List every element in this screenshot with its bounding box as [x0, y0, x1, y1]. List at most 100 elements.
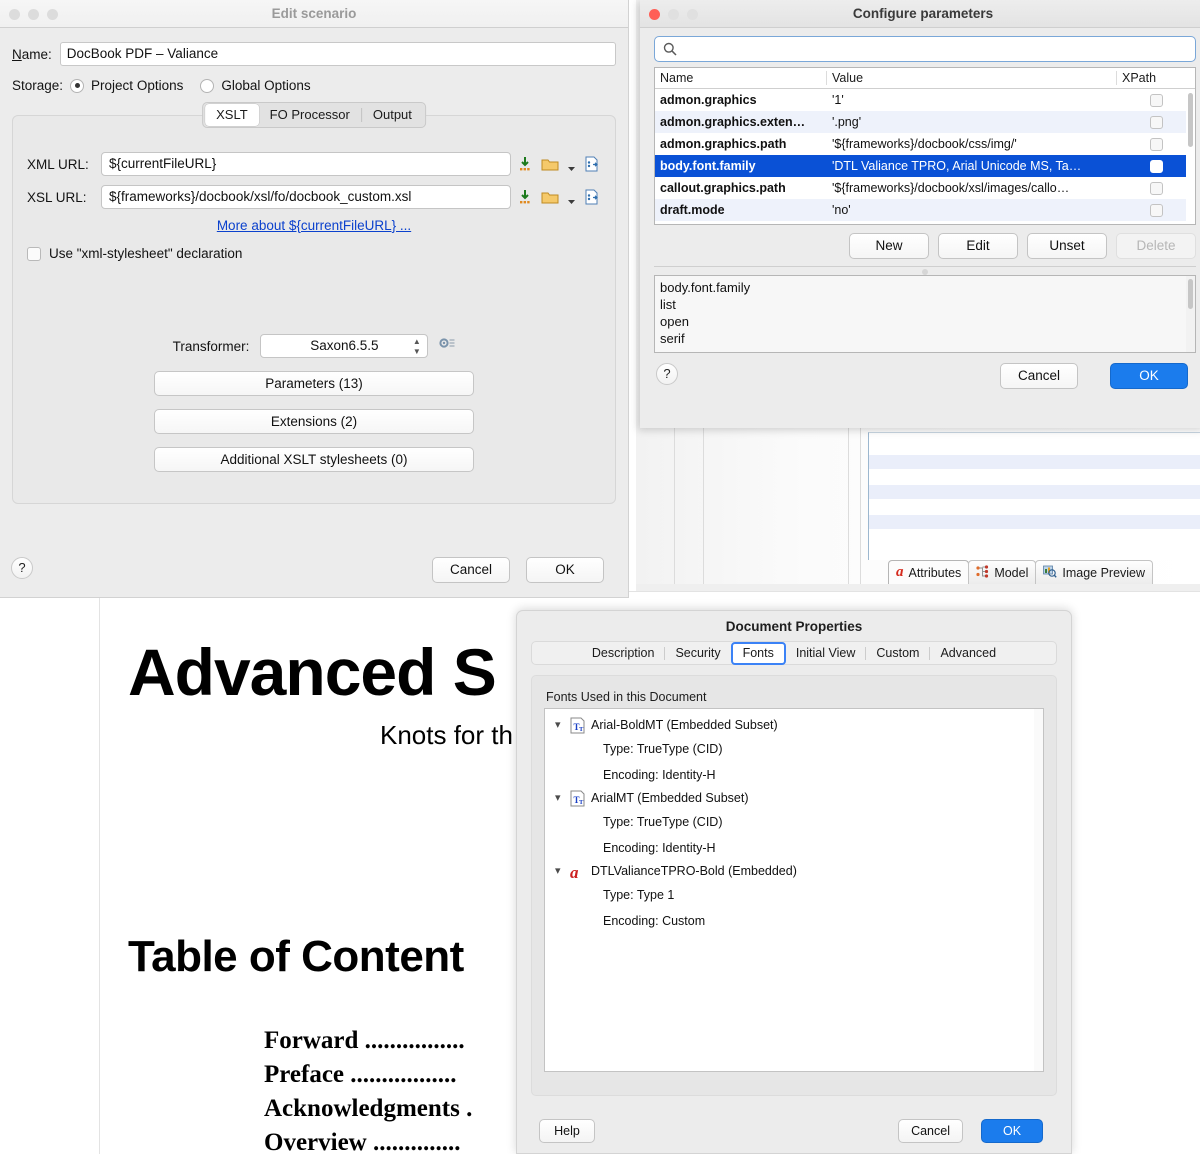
editor-view-tabs: a Attributes Model Image Preview [888, 558, 1200, 584]
scenario-name-input[interactable]: DocBook PDF – Valiance [59, 42, 616, 66]
chevron-updown-icon[interactable]: ▲▼ [411, 338, 422, 356]
zoom-button[interactable] [47, 9, 58, 20]
minimize-button[interactable] [28, 9, 39, 20]
chevron-updown-icon[interactable]: ▲▼ [494, 189, 505, 207]
scrollbar-thumb[interactable] [1188, 279, 1193, 309]
truetype-font-icon: TT [569, 717, 589, 734]
window-controls[interactable] [649, 9, 698, 20]
font-tree-item[interactable]: ▾ TT Arial-BoldMT (Embedded Subset) [545, 715, 1043, 736]
tab-fo-processor[interactable]: FO Processor [259, 104, 361, 126]
cancel-button[interactable]: Cancel [1000, 363, 1078, 389]
cancel-button[interactable]: Cancel [898, 1119, 963, 1143]
help-button[interactable]: Help [539, 1119, 595, 1143]
tab-attributes[interactable]: a Attributes [888, 560, 970, 584]
browse-folder-icon[interactable] [541, 190, 559, 205]
cancel-button[interactable]: Cancel [432, 557, 510, 583]
xsl-url-combo[interactable]: ${frameworks}/docbook/xsl/fo/docbook_cus… [101, 185, 511, 209]
column-header-xpath[interactable]: XPath [1117, 71, 1195, 85]
gear-icon[interactable] [439, 337, 455, 355]
model-icon [976, 564, 989, 581]
help-button[interactable]: ? [11, 557, 33, 579]
radio-global-options[interactable] [200, 78, 215, 93]
tab-fonts[interactable]: Fonts [730, 641, 786, 665]
xml-url-combo[interactable]: ${currentFileURL} ▲▼ [101, 152, 511, 176]
parameter-description-box[interactable]: body.font.family list open serif [654, 275, 1196, 353]
zoom-button[interactable] [687, 9, 698, 20]
help-button[interactable]: ? [656, 363, 678, 385]
ok-button[interactable]: OK [1110, 363, 1188, 389]
table-row-selected[interactable]: body.font.family 'DTL Valiance TPRO, Ari… [655, 155, 1195, 177]
close-button[interactable] [649, 9, 660, 20]
additional-stylesheets-button[interactable]: Additional XSLT stylesheets (0) [154, 447, 474, 472]
edit-scenario-footer: ? Cancel OK [0, 557, 628, 587]
chevron-down-icon[interactable] [567, 160, 576, 171]
chevron-down-icon[interactable] [567, 193, 576, 204]
fonts-tree-scrollbar[interactable] [1034, 709, 1043, 1071]
new-button[interactable]: New [849, 233, 929, 259]
tab-output[interactable]: Output [362, 104, 423, 126]
chevron-updown-icon[interactable]: ▲▼ [494, 156, 505, 174]
edit-button[interactable]: Edit [938, 233, 1018, 259]
table-row[interactable]: admon.graphics.exten… '.png' [655, 111, 1195, 133]
tab-security[interactable]: Security [665, 643, 730, 663]
minimize-button[interactable] [668, 9, 679, 20]
insert-editor-variable-icon[interactable] [519, 156, 533, 172]
tab-description[interactable]: Description [582, 643, 665, 663]
ok-button[interactable]: OK [526, 557, 604, 583]
tab-initial-view[interactable]: Initial View [786, 643, 866, 663]
tab-advanced[interactable]: Advanced [930, 643, 1006, 663]
parameters-table[interactable]: Name Value XPath admon.graphics '1' admo… [654, 67, 1196, 225]
xpath-checkbox[interactable] [1149, 137, 1163, 151]
font-tree-item[interactable]: ▾ a DTLValianceTPRO-Bold (Embedded) [545, 861, 1043, 882]
window-controls[interactable] [9, 9, 58, 20]
font-tree-item[interactable]: ▾ TT ArialMT (Embedded Subset) [545, 788, 1043, 809]
xsl-url-row: XSL URL: ${frameworks}/docbook/xsl/fo/do… [27, 176, 601, 209]
fonts-legend: Fonts Used in this Document [546, 690, 707, 704]
table-row[interactable]: admon.graphics '1' [655, 89, 1195, 111]
radio-project-options[interactable] [70, 78, 85, 93]
xpath-checkbox[interactable] [1149, 115, 1163, 129]
xpath-checkbox[interactable] [1149, 203, 1163, 217]
chevron-down-icon[interactable]: ▾ [555, 863, 569, 879]
scrollbar-thumb[interactable] [1188, 93, 1193, 147]
unset-button[interactable]: Unset [1027, 233, 1107, 259]
configure-parameters-titlebar: Configure parameters [640, 0, 1200, 28]
description-scrollbar[interactable] [1186, 276, 1195, 352]
pdf-document-subtitle: Knots for th [380, 720, 513, 750]
xpath-checkbox[interactable] [1149, 93, 1163, 107]
open-in-editor-icon[interactable] [584, 156, 601, 173]
param-xpath-cell [1117, 181, 1195, 195]
chevron-down-icon[interactable]: ▾ [555, 790, 569, 806]
close-button[interactable] [9, 9, 20, 20]
font-name: ArialMT (Embedded Subset) [591, 791, 749, 805]
chevron-down-icon[interactable]: ▾ [555, 717, 569, 733]
ok-button[interactable]: OK [981, 1119, 1043, 1143]
splitter-handle[interactable] [654, 266, 1196, 275]
parameters-button[interactable]: Parameters (13) [154, 371, 474, 396]
xpath-checkbox[interactable] [1149, 181, 1163, 195]
pdf-toc-heading: Table of Content [128, 932, 464, 981]
tab-model[interactable]: Model [968, 560, 1037, 584]
truetype-font-icon: TT [569, 790, 589, 807]
table-row[interactable]: draft.mode 'no' [655, 199, 1195, 221]
table-vertical-scrollbar[interactable] [1186, 89, 1195, 224]
table-row[interactable]: admon.graphics.path '${frameworks}/docbo… [655, 133, 1195, 155]
fonts-tree[interactable]: ▾ TT Arial-BoldMT (Embedded Subset) Type… [544, 708, 1044, 1072]
browse-folder-icon[interactable] [541, 157, 559, 172]
column-header-name[interactable]: Name [655, 71, 827, 85]
more-about-link[interactable]: More about ${currentFileURL} ... [13, 218, 615, 233]
insert-editor-variable-icon[interactable] [519, 189, 533, 205]
tab-custom[interactable]: Custom [866, 643, 929, 663]
description-line: open [660, 314, 689, 329]
extensions-button[interactable]: Extensions (2) [154, 409, 474, 434]
open-in-editor-icon[interactable] [584, 189, 601, 206]
xpath-checkbox[interactable] [1149, 159, 1163, 173]
tab-image-preview[interactable]: Image Preview [1035, 560, 1154, 584]
column-header-value[interactable]: Value [827, 71, 1117, 85]
document-properties-title: Document Properties [725, 618, 863, 634]
table-row[interactable]: callout.graphics.path '${frameworks}/doc… [655, 177, 1195, 199]
use-stylesheet-checkbox[interactable] [27, 246, 41, 261]
tab-xslt[interactable]: XSLT [205, 104, 259, 126]
transformer-select[interactable]: Saxon6.5.5 ▲ ▼ [260, 334, 429, 358]
parameter-search-field[interactable] [654, 36, 1196, 62]
